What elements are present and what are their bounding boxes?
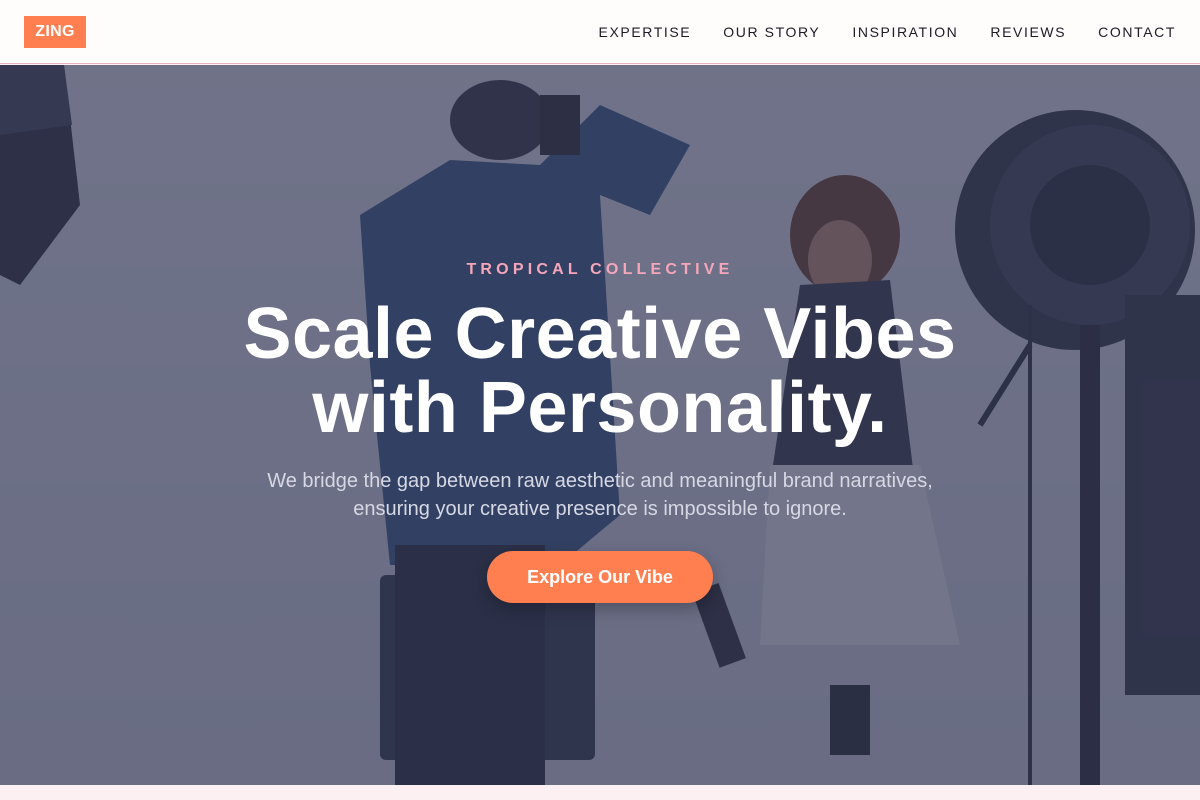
- logo[interactable]: ZING: [24, 15, 86, 48]
- explore-vibe-button[interactable]: Explore Our Vibe: [487, 551, 713, 603]
- hero-headline-line-1: Scale Creative Vibes: [243, 294, 957, 374]
- hero-subtext: We bridge the gap between raw aesthetic …: [267, 470, 933, 520]
- next-section-edge: [0, 785, 1200, 800]
- hero-eyebrow: TROPICAL COLLECTIVE: [466, 261, 734, 278]
- hero-section: TROPICAL COLLECTIVE Scale Creative Vibes…: [0, 65, 1200, 785]
- site-header: ZING EXPERTISE OUR STORY INSPIRATION REV…: [0, 0, 1200, 64]
- nav-link-reviews[interactable]: REVIEWS: [990, 24, 1066, 40]
- hero-content: TROPICAL COLLECTIVE Scale Creative Vibes…: [0, 65, 1200, 785]
- nav-link-contact[interactable]: CONTACT: [1098, 24, 1176, 40]
- nav-link-our-story[interactable]: OUR STORY: [723, 24, 820, 40]
- main-nav: EXPERTISE OUR STORY INSPIRATION REVIEWS …: [599, 24, 1176, 40]
- nav-link-expertise[interactable]: EXPERTISE: [599, 24, 692, 40]
- hero-headline: Scale Creative Vibes with Personality.: [200, 297, 1000, 445]
- hero-headline-line-2: with Personality.: [312, 368, 888, 448]
- nav-link-inspiration[interactable]: INSPIRATION: [852, 24, 958, 40]
